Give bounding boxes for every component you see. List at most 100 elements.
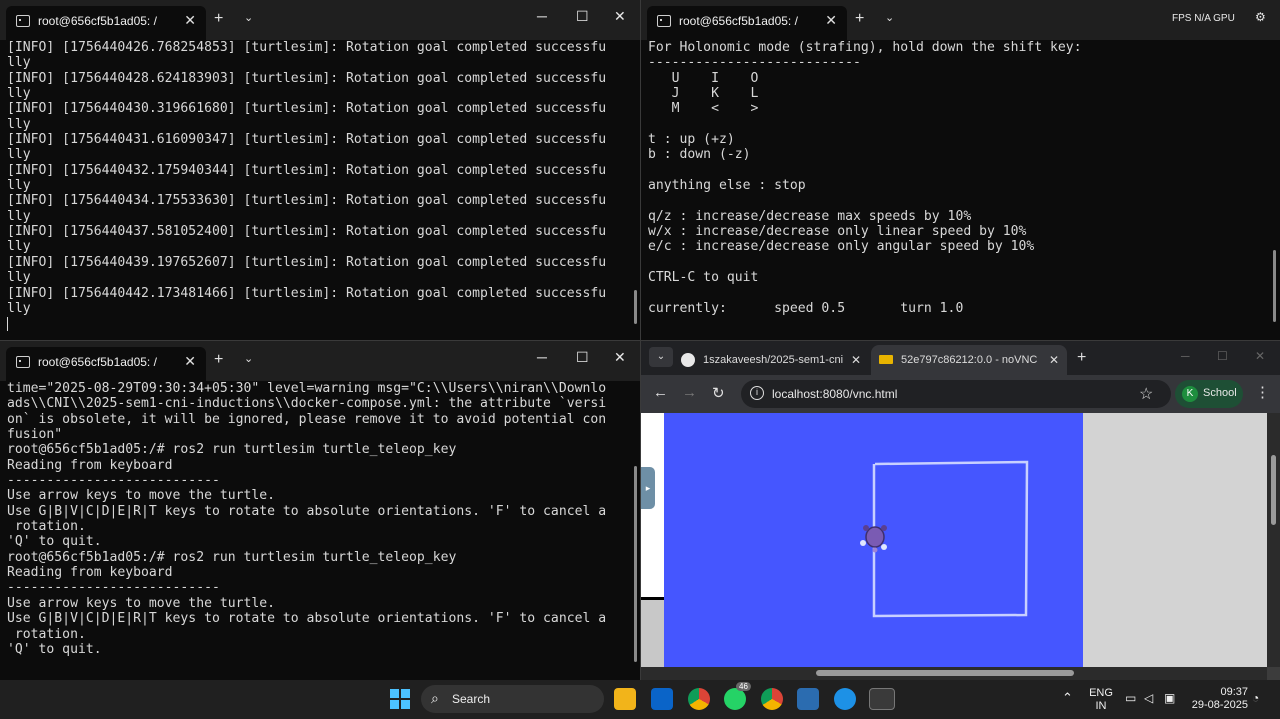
close-window-button[interactable]: ✕ [614, 8, 626, 25]
terminal-line: time="2025-08-29T09:30:34+05:30" level=w… [7, 381, 607, 396]
vertical-scrollbar[interactable] [1267, 413, 1280, 667]
docker-icon[interactable] [834, 688, 856, 710]
terminal-icon [16, 356, 30, 368]
terminal-line: anything else : stop [648, 178, 806, 194]
terminal-tab[interactable]: root@656cf5b1ad05: / ✕ [6, 6, 206, 40]
tab-dropdown-icon[interactable]: ⌄ [885, 11, 894, 24]
tab-title: root@656cf5b1ad05: / [38, 14, 157, 28]
terminal-output[interactable]: time="2025-08-29T09:30:34+05:30" level=w… [7, 381, 606, 657]
close-window-button[interactable]: ✕ [1255, 349, 1265, 363]
terminal-line: --------------------------- [7, 580, 220, 596]
chrome-icon[interactable] [688, 688, 710, 710]
tab-label: 52e797c86212:0.0 - noVNC [901, 354, 1038, 366]
address-bar[interactable]: i localhost:8080/vnc.html ☆ [741, 380, 1171, 408]
close-tab-icon[interactable]: ✕ [1049, 353, 1059, 367]
reload-icon[interactable]: ↻ [712, 384, 725, 402]
new-tab-button[interactable]: + [1077, 349, 1086, 367]
bookmark-star-icon[interactable]: ☆ [1139, 384, 1153, 404]
whatsapp-badge: 46 [736, 682, 751, 691]
close-tab-icon[interactable]: ✕ [184, 12, 196, 29]
network-icon[interactable]: ▭ [1125, 691, 1136, 705]
terminal-output[interactable]: For Holonomic mode (strafing), hold down… [648, 40, 1082, 316]
terminal-window-bottom-left[interactable]: root@656cf5b1ad05: / ✕ + ⌄ ─ ☐ ✕ time="2… [0, 341, 640, 680]
terminal-tab[interactable]: root@656cf5b1ad05: / ✕ [647, 6, 847, 40]
terminal-line: rotation. [7, 519, 86, 535]
tab-search-icon[interactable]: ⌄ [649, 347, 673, 367]
terminal-tab[interactable]: root@656cf5b1ad05: / ✕ [6, 347, 206, 381]
scrollbar-thumb[interactable] [1271, 455, 1276, 525]
terminal-line: t : up (+z) [648, 132, 735, 148]
menu-icon[interactable]: ⋮ [1255, 383, 1270, 401]
whatsapp-icon[interactable]: 46 [724, 682, 751, 710]
close-tab-icon[interactable]: ✕ [825, 12, 837, 29]
terminal-line: U I O [648, 70, 759, 86]
tab-dropdown-icon[interactable]: ⌄ [244, 352, 253, 365]
turtlesim-canvas[interactable] [664, 413, 1083, 667]
maximize-button[interactable]: ☐ [576, 349, 589, 366]
terminal-taskbar-icon[interactable] [869, 688, 895, 710]
show-hidden-icons[interactable]: ⌃ [1062, 690, 1073, 706]
search-label: Search [452, 692, 491, 706]
scrollbar-thumb[interactable] [1273, 250, 1276, 322]
terminal-line: J K L [648, 86, 759, 102]
clock-date: 29-08-2025 [1191, 699, 1248, 711]
windows-start-icon[interactable] [390, 689, 410, 709]
horizontal-scrollbar[interactable] [641, 667, 1267, 680]
tab-title: root@656cf5b1ad05: / [38, 355, 157, 369]
tab-dropdown-icon[interactable]: ⌄ [244, 11, 253, 24]
scrollbar-thumb[interactable] [634, 466, 637, 662]
browser-tab-bar: ⌄ 1szakaveesh/2025-sem1-cni-in ✕ 52e797c… [641, 341, 1280, 375]
url-text: localhost:8080/vnc.html [772, 387, 898, 401]
file-explorer-icon[interactable] [614, 688, 636, 710]
minimize-button[interactable]: ─ [537, 8, 547, 24]
maximize-button[interactable]: ☐ [576, 8, 589, 25]
terminal-output[interactable]: [INFO] [1756440426.768254853] [turtlesim… [7, 40, 606, 316]
browser-window[interactable]: ⌄ 1szakaveesh/2025-sem1-cni-in ✕ 52e797c… [641, 341, 1280, 680]
terminal-window-top-left[interactable]: root@656cf5b1ad05: / ✕ + ⌄ ─ ☐ ✕ [INFO] … [0, 0, 640, 340]
novnc-viewport[interactable]: ▸ [641, 413, 1267, 667]
notification-icon[interactable]: ◔ [1252, 691, 1259, 705]
terminal-icon [16, 15, 30, 27]
new-tab-button[interactable]: + [855, 10, 864, 28]
title-bar[interactable]: root@656cf5b1ad05: / ✕ + ⌄ ─ ☐ ✕ [0, 341, 640, 381]
notepad-icon[interactable] [797, 688, 819, 710]
terminal-icon [657, 15, 671, 27]
maximize-button[interactable]: ☐ [1217, 349, 1228, 363]
clock[interactable]: 09:37 29-08-2025 [1188, 686, 1248, 712]
browser-toolbar: ← → ↻ i localhost:8080/vnc.html ☆ K Scho… [641, 375, 1280, 413]
browser-tab-github[interactable]: 1szakaveesh/2025-sem1-cni-in ✕ [673, 345, 869, 375]
battery-icon[interactable]: ▣ [1164, 691, 1175, 705]
title-bar[interactable]: root@656cf5b1ad05: / ✕ + ⌄ ─ ☐ ✕ [0, 0, 640, 40]
terminal-line: [INFO] [1756440430.319661680] [turtlesim… [7, 101, 607, 117]
novnc-control-bar-handle[interactable]: ▸ [641, 467, 655, 509]
browser-tab-novnc[interactable]: 52e797c86212:0.0 - noVNC ✕ [871, 345, 1067, 375]
back-icon[interactable]: ← [653, 384, 668, 401]
search-box[interactable]: ⌕ Search [421, 685, 604, 713]
chrome-profile-icon[interactable] [761, 688, 783, 710]
vnc-left-grey [641, 600, 664, 667]
volume-icon[interactable]: ◁ [1144, 691, 1153, 705]
language-indicator[interactable]: ENG IN [1088, 687, 1114, 713]
forward-icon[interactable]: → [682, 384, 697, 401]
lang-top: ENG [1089, 687, 1113, 699]
scrollbar-thumb[interactable] [816, 670, 1074, 676]
close-window-button[interactable]: ✕ [614, 349, 626, 366]
terminal-window-top-right[interactable]: root@656cf5b1ad05: / ✕ + ⌄ FPS N/A GPU ⚙… [641, 0, 1280, 340]
minimize-button[interactable]: ─ [537, 349, 547, 365]
site-info-icon[interactable]: i [750, 386, 764, 400]
close-tab-icon[interactable]: ✕ [184, 353, 196, 370]
new-tab-button[interactable]: + [214, 10, 223, 28]
profile-button[interactable]: K School [1175, 380, 1243, 408]
minimize-button[interactable]: ─ [1181, 349, 1190, 363]
terminal-line: 'Q' to quit. [7, 534, 102, 550]
outlook-icon[interactable] [651, 688, 673, 710]
close-tab-icon[interactable]: ✕ [851, 353, 861, 367]
new-tab-button[interactable]: + [214, 351, 223, 369]
scrollbar-thumb[interactable] [634, 290, 637, 324]
terminal-line: lly [7, 300, 31, 316]
settings-icon[interactable]: ⚙ [1255, 10, 1266, 24]
title-bar[interactable]: root@656cf5b1ad05: / ✕ + ⌄ FPS N/A GPU ⚙ [641, 0, 1280, 40]
